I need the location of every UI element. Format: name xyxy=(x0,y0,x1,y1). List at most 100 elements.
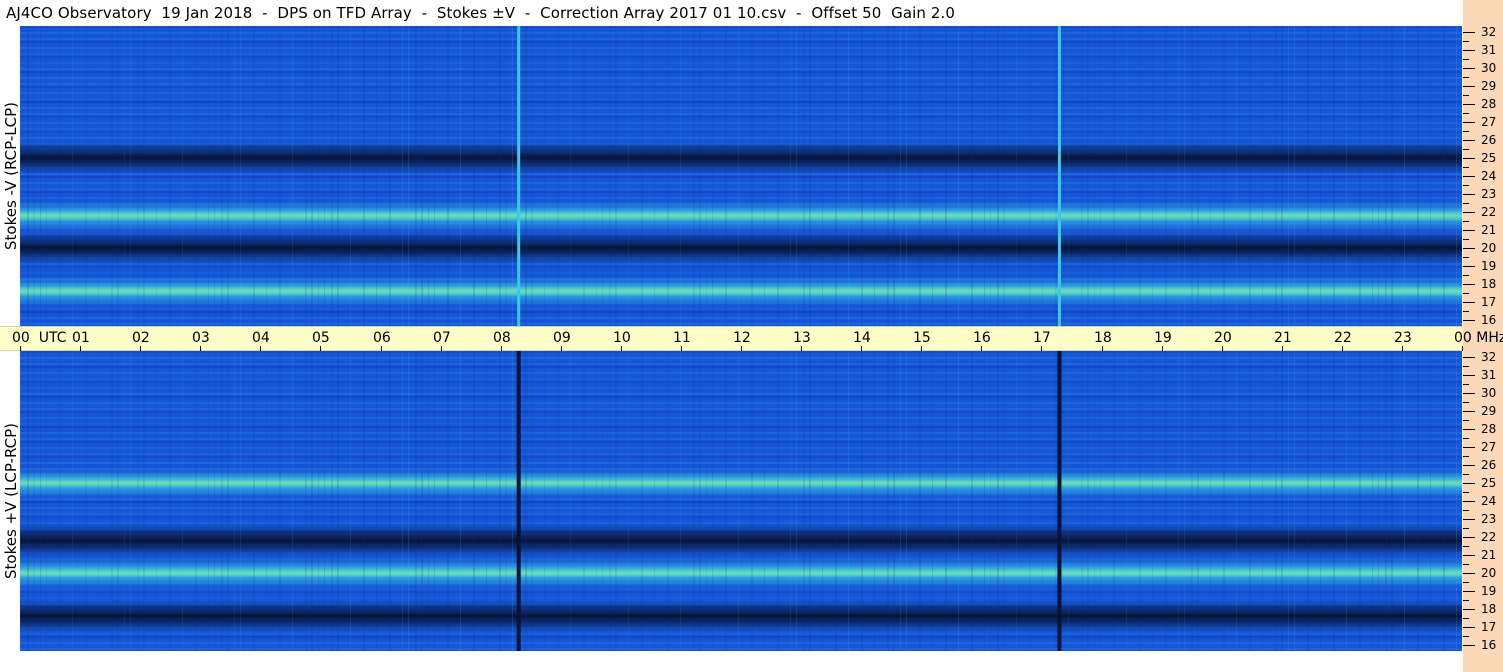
column-texture xyxy=(997,351,999,651)
striation xyxy=(20,501,1462,503)
striation xyxy=(20,101,1462,103)
striation xyxy=(20,317,1462,319)
column-texture xyxy=(124,26,125,326)
vertical-event-line xyxy=(1057,26,1061,326)
freq-tick xyxy=(1463,122,1475,123)
striation xyxy=(20,378,1462,380)
column-texture xyxy=(1197,26,1199,326)
column-texture xyxy=(1087,351,1089,651)
column-texture xyxy=(253,351,255,651)
time-tick-label: 13 xyxy=(793,330,811,346)
striation xyxy=(20,266,1462,268)
freq-minor-tick xyxy=(1463,600,1469,601)
column-texture xyxy=(1223,26,1225,326)
column-texture xyxy=(512,351,513,651)
column-texture xyxy=(809,26,811,326)
column-texture xyxy=(1378,351,1379,651)
freq-minor-tick xyxy=(1463,203,1469,204)
column-texture xyxy=(887,351,889,651)
freq-tick-label: 16 xyxy=(1481,313,1497,327)
column-texture xyxy=(1191,351,1193,651)
column-texture xyxy=(764,351,765,651)
column-texture xyxy=(893,351,895,651)
freq-tick xyxy=(1463,411,1475,412)
column-texture xyxy=(130,351,131,651)
column-texture xyxy=(208,26,209,326)
striation xyxy=(20,47,1462,49)
column-texture xyxy=(376,351,377,651)
freq-tick-label: 23 xyxy=(1481,187,1497,201)
column-texture xyxy=(305,26,307,326)
column-texture xyxy=(234,26,235,326)
freq-tick xyxy=(1463,230,1475,231)
striation xyxy=(20,591,1462,593)
striation xyxy=(20,453,1462,455)
column-texture xyxy=(1307,351,1309,651)
column-texture xyxy=(699,351,701,651)
time-tick-label: 06 xyxy=(373,330,391,346)
freq-tick-label: 18 xyxy=(1481,602,1497,616)
time-tick xyxy=(1282,346,1283,351)
column-texture xyxy=(421,26,423,326)
column-texture xyxy=(486,26,487,326)
striation xyxy=(20,462,1462,464)
column-texture xyxy=(434,26,435,326)
freq-tick-label: 20 xyxy=(1481,241,1497,255)
time-tick xyxy=(561,346,562,351)
freq-tick-label: 20 xyxy=(1481,566,1497,580)
freq-tick xyxy=(1463,86,1475,87)
freq-tick xyxy=(1463,393,1475,394)
column-texture xyxy=(1068,26,1069,326)
column-texture xyxy=(505,351,507,651)
column-texture xyxy=(434,351,435,651)
freq-tick xyxy=(1463,194,1475,195)
column-texture xyxy=(1191,26,1193,326)
freq-tick-label: 24 xyxy=(1481,169,1497,183)
freq-tick-label: 24 xyxy=(1481,494,1497,508)
freq-minor-tick xyxy=(1463,221,1469,222)
column-texture xyxy=(1249,351,1251,651)
column-texture xyxy=(389,351,391,651)
column-texture xyxy=(654,351,655,651)
column-texture xyxy=(266,351,267,651)
column-texture xyxy=(1152,351,1153,651)
freq-tick xyxy=(1463,645,1475,646)
column-texture xyxy=(583,26,585,326)
column-texture xyxy=(1262,26,1263,326)
column-texture xyxy=(182,351,183,651)
column-texture xyxy=(990,26,991,326)
column-texture xyxy=(292,351,293,651)
column-texture xyxy=(428,351,429,651)
freq-tick-label: 21 xyxy=(1481,223,1497,237)
column-texture xyxy=(1113,351,1115,651)
freq-tick xyxy=(1463,627,1475,628)
column-texture xyxy=(1288,351,1289,651)
column-texture xyxy=(1372,26,1373,326)
column-texture xyxy=(725,26,727,326)
freq-minor-tick xyxy=(1463,293,1469,294)
column-texture xyxy=(790,351,791,651)
column-texture xyxy=(1184,26,1185,326)
freq-tick-label: 27 xyxy=(1481,440,1497,454)
column-texture xyxy=(900,26,901,326)
striation xyxy=(20,56,1462,58)
dark-band xyxy=(20,142,1462,174)
column-texture xyxy=(111,26,113,326)
column-texture xyxy=(1178,26,1179,326)
column-texture xyxy=(1359,26,1361,326)
column-texture xyxy=(1249,26,1251,326)
striation xyxy=(20,507,1462,509)
column-texture xyxy=(693,26,695,326)
dark-band xyxy=(20,524,1462,557)
column-texture xyxy=(1003,351,1005,651)
freq-tick-label: 19 xyxy=(1481,259,1497,273)
column-texture xyxy=(1378,26,1379,326)
column-texture xyxy=(699,26,701,326)
freq-minor-tick xyxy=(1463,492,1469,493)
time-tick xyxy=(320,346,321,351)
column-texture xyxy=(240,26,241,326)
column-texture xyxy=(266,26,267,326)
striation xyxy=(20,98,1462,100)
striation xyxy=(20,411,1462,413)
column-texture xyxy=(1307,26,1309,326)
